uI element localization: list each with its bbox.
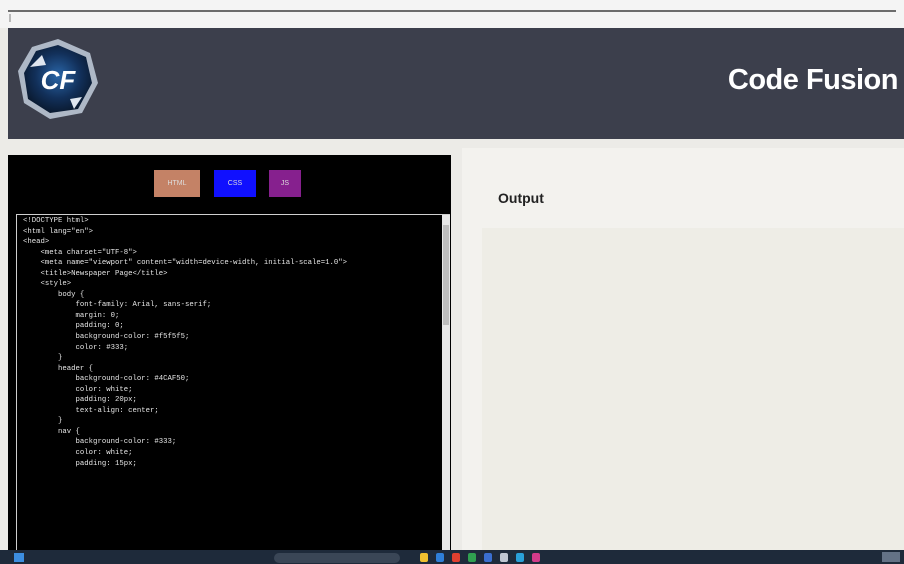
app-icon[interactable] bbox=[468, 553, 476, 562]
app-icon[interactable] bbox=[516, 553, 524, 562]
editor-scrollbar[interactable] bbox=[442, 215, 450, 551]
brand-title: Code Fusion bbox=[727, 64, 899, 96]
editor-pane: HTML CSS JS <!DOCTYPE html> <html lang="… bbox=[8, 155, 451, 551]
app-icon[interactable] bbox=[500, 553, 508, 562]
app-icon[interactable] bbox=[532, 553, 540, 562]
js-tab-button[interactable]: JS bbox=[269, 170, 301, 197]
logo-icon: CF bbox=[18, 39, 98, 119]
code-editor[interactable]: <!DOCTYPE html> <html lang="en"> <head> … bbox=[16, 214, 450, 551]
edge-icon[interactable] bbox=[436, 553, 444, 562]
top-mark bbox=[9, 14, 11, 22]
html-tab-button[interactable]: HTML bbox=[154, 170, 200, 197]
logo-text: CF bbox=[41, 65, 77, 95]
app-icon[interactable] bbox=[484, 553, 492, 562]
clock[interactable] bbox=[882, 552, 900, 562]
taskbar bbox=[0, 550, 904, 564]
top-divider bbox=[8, 10, 896, 12]
app-header: CF Code Fusion bbox=[8, 28, 904, 139]
start-icon[interactable] bbox=[14, 553, 24, 562]
folder-icon[interactable] bbox=[420, 553, 428, 562]
browser-top-strip bbox=[0, 0, 904, 28]
taskbar-search-box[interactable] bbox=[274, 553, 400, 563]
code-text[interactable]: <!DOCTYPE html> <html lang="en"> <head> … bbox=[17, 215, 450, 469]
output-preview-frame[interactable] bbox=[482, 228, 904, 550]
output-pane: Output bbox=[462, 148, 904, 550]
logo[interactable]: CF bbox=[16, 37, 100, 121]
css-tab-button[interactable]: CSS bbox=[214, 170, 256, 197]
editor-scroll-thumb[interactable] bbox=[443, 225, 449, 325]
app-icon[interactable] bbox=[452, 553, 460, 562]
output-label: Output bbox=[498, 190, 544, 206]
